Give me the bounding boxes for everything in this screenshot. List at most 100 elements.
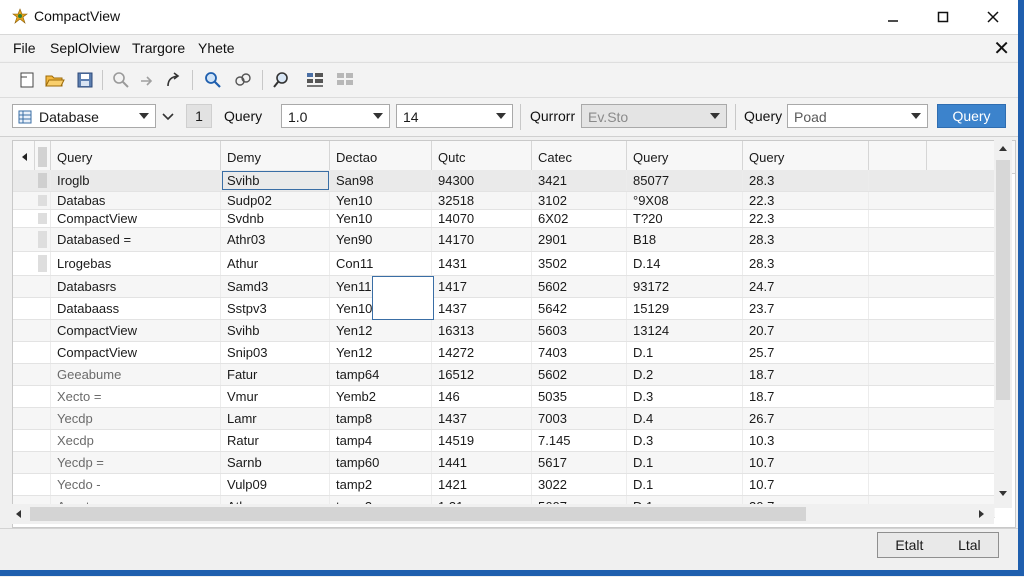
table-cell[interactable]: 26.7: [743, 408, 869, 429]
table-cell[interactable]: Svihb: [221, 170, 330, 191]
table-row[interactable]: Yecdp = Sarnb tamp60 1441 5617 D.1 10.7: [13, 452, 995, 474]
table-cell[interactable]: Databaass: [51, 298, 221, 319]
table-cell[interactable]: T?20: [627, 210, 743, 227]
table-cell[interactable]: Yen12: [330, 320, 432, 341]
table-cell[interactable]: tamp64: [330, 364, 432, 385]
table-cell[interactable]: Lamr: [221, 408, 330, 429]
row-selector[interactable]: [35, 364, 51, 385]
column-header-query-3[interactable]: Query: [743, 141, 869, 173]
table-cell[interactable]: tamp60: [330, 452, 432, 473]
scroll-left-icon[interactable]: [14, 509, 22, 519]
table-row[interactable]: Databased = Athr03 Yen90 14170 2901 B18 28.3: [13, 228, 995, 252]
table-row[interactable]: CompactView Snip03 Yen12 14272 7403 D.1 25.7: [13, 342, 995, 364]
table-row[interactable]: Iroglb Svihb San98 94300 3421 85077 28.3: [13, 170, 995, 192]
compare-button[interactable]: [334, 69, 356, 91]
row-selector[interactable]: [35, 210, 51, 227]
row-selector[interactable]: [35, 192, 51, 209]
zoom-button[interactable]: [202, 69, 224, 91]
table-cell[interactable]: Yen12: [330, 342, 432, 363]
table-cell[interactable]: 13124: [627, 320, 743, 341]
table-cell[interactable]: 7.145: [532, 430, 627, 451]
table-cell[interactable]: D.1: [627, 452, 743, 473]
horizontal-scrollbar[interactable]: [12, 504, 994, 524]
scroll-right-icon[interactable]: [978, 509, 986, 519]
table-cell[interactable]: 5035: [532, 386, 627, 407]
table-cell[interactable]: 16512: [432, 364, 532, 385]
table-cell[interactable]: 14272: [432, 342, 532, 363]
table-cell[interactable]: 28.3: [743, 170, 869, 191]
table-cell[interactable]: Yecdp =: [51, 452, 221, 473]
table-cell[interactable]: 3502: [532, 252, 627, 275]
table-cell[interactable]: 16313: [432, 320, 532, 341]
vertical-scrollbar[interactable]: [994, 140, 1012, 508]
query-button[interactable]: Query: [937, 104, 1006, 128]
column-header-qutc[interactable]: Qutc: [432, 141, 532, 173]
table-cell[interactable]: Fatur: [221, 364, 330, 385]
row-selector[interactable]: [35, 298, 51, 319]
table-cell[interactable]: Svdnb: [221, 210, 330, 227]
table-cell[interactable]: D.3: [627, 386, 743, 407]
new-document-button[interactable]: [16, 69, 38, 91]
table-cell[interactable]: 146: [432, 386, 532, 407]
query-value-select[interactable]: 1.0: [281, 104, 390, 128]
table-row[interactable]: Lrogebas Athur Con11 1431 3502 D.14 28.3: [13, 252, 995, 276]
second-value-select[interactable]: 14: [396, 104, 513, 128]
table-cell[interactable]: 5642: [532, 298, 627, 319]
table-view-button[interactable]: [304, 69, 326, 91]
table-cell[interactable]: Databasrs: [51, 276, 221, 297]
scroll-down-icon[interactable]: [998, 490, 1008, 498]
table-cell[interactable]: D.4: [627, 408, 743, 429]
table-cell[interactable]: 3022: [532, 474, 627, 495]
table-row[interactable]: CompactView Svdnb Yen10 14070 6X02 T?20 22.3: [13, 210, 995, 228]
table-cell[interactable]: °9X08: [627, 192, 743, 209]
table-cell[interactable]: Xecdp: [51, 430, 221, 451]
table-cell[interactable]: 85077: [627, 170, 743, 191]
table-cell[interactable]: Databased =: [51, 228, 221, 251]
table-cell[interactable]: 7003: [532, 408, 627, 429]
table-cell[interactable]: Vmur: [221, 386, 330, 407]
table-row[interactable]: Yecdp Lamr tamp8 1437 7003 D.4 26.7: [13, 408, 995, 430]
row-selector[interactable]: [35, 170, 51, 191]
table-cell[interactable]: Iroglb: [51, 170, 221, 191]
table-cell[interactable]: 22.3: [743, 210, 869, 227]
column-header-demy[interactable]: Demy: [221, 141, 330, 173]
link-button[interactable]: [232, 69, 254, 91]
table-cell[interactable]: D.1: [627, 342, 743, 363]
table-cell[interactable]: 1437: [432, 408, 532, 429]
table-row[interactable]: Xecdp Ratur tamp4 14519 7.145 D.3 10.3: [13, 430, 995, 452]
row-selector[interactable]: [35, 228, 51, 251]
document-close-icon[interactable]: ✕: [993, 36, 1010, 61]
table-cell[interactable]: Con11: [330, 252, 432, 275]
menu-view[interactable]: SeplOlview: [50, 40, 120, 56]
table-cell[interactable]: 14170: [432, 228, 532, 251]
maximize-button[interactable]: [920, 0, 966, 34]
table-cell[interactable]: Yecdp: [51, 408, 221, 429]
cell-selection-box[interactable]: [372, 276, 434, 320]
table-cell[interactable]: 3421: [532, 170, 627, 191]
table-row[interactable]: Xecto = Vmur Yemb2 146 5035 D.3 18.7: [13, 386, 995, 408]
table-row[interactable]: Databas Sudp02 Yen10 32518 3102 °9X08 22.3: [13, 192, 995, 210]
row-selector[interactable]: [35, 342, 51, 363]
table-cell[interactable]: Samd3: [221, 276, 330, 297]
table-cell[interactable]: 14519: [432, 430, 532, 451]
undo-button[interactable]: [162, 69, 184, 91]
table-cell[interactable]: 24.7: [743, 276, 869, 297]
chevron-down-icon[interactable]: [162, 112, 174, 122]
table-cell[interactable]: 1431: [432, 252, 532, 275]
table-cell[interactable]: Databas: [51, 192, 221, 209]
table-row[interactable]: Geeabume Fatur tamp64 16512 5602 D.2 18.7: [13, 364, 995, 386]
table-cell[interactable]: 25.7: [743, 342, 869, 363]
third-value-select[interactable]: Ev.Sto: [581, 104, 727, 128]
vertical-scroll-thumb[interactable]: [996, 160, 1010, 400]
table-cell[interactable]: D.14: [627, 252, 743, 275]
row-selector[interactable]: [35, 320, 51, 341]
table-cell[interactable]: D.2: [627, 364, 743, 385]
row-selector[interactable]: [35, 276, 51, 297]
table-cell[interactable]: Vulp09: [221, 474, 330, 495]
close-button[interactable]: [970, 0, 1016, 34]
load-select[interactable]: Poad: [787, 104, 928, 128]
table-cell[interactable]: Athur: [221, 252, 330, 275]
table-cell[interactable]: Sarnb: [221, 452, 330, 473]
table-cell[interactable]: 28.3: [743, 252, 869, 275]
row-selector[interactable]: [35, 408, 51, 429]
